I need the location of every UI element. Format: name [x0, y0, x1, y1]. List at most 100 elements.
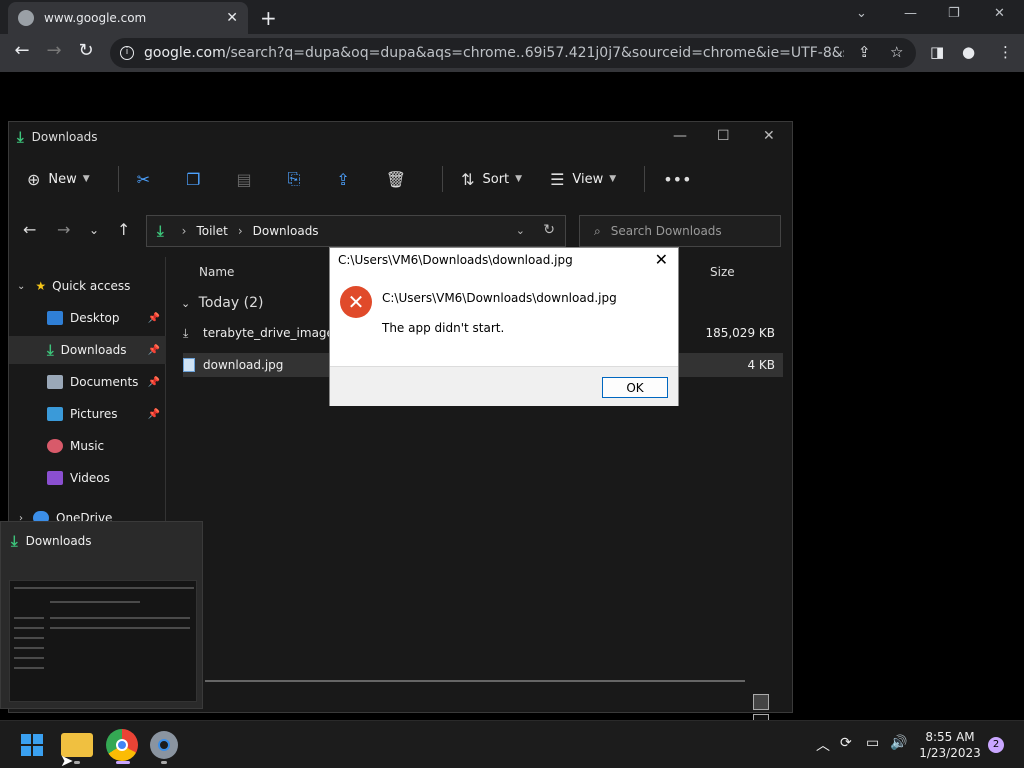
back-arrow-icon[interactable]: ← [23, 220, 36, 239]
new-button[interactable]: ⊕ New ▼ [27, 170, 90, 189]
reload-icon[interactable]: ↻ [70, 40, 102, 61]
group-label: Today (2) [198, 295, 264, 311]
explorer-maximize-icon[interactable]: ☐ [717, 128, 730, 144]
side-panel-icon[interactable]: ◨ [930, 43, 944, 61]
restore-icon[interactable]: ❐ [948, 6, 960, 21]
nav-label: Music [70, 439, 105, 453]
explorer-minimize-icon[interactable]: — [673, 128, 687, 144]
file-size: 4 KB [747, 358, 775, 372]
tab-search-icon[interactable]: ⌄ [856, 6, 867, 21]
paste-button[interactable]: ▤ [236, 170, 259, 189]
chrome-taskbar-icon[interactable] [106, 729, 138, 761]
system-clock[interactable]: 8:55 AM 1/23/2023 [915, 729, 985, 761]
horizontal-scrollbar[interactable] [205, 680, 745, 682]
view-button[interactable]: ☰ View ▼ [550, 170, 616, 189]
pin-icon: 📌 [147, 408, 160, 420]
windows-logo-icon [21, 746, 31, 756]
ellipsis-icon: ••• [663, 169, 692, 189]
explorer-close-icon[interactable]: ✕ [763, 128, 775, 144]
active-indicator [116, 761, 130, 764]
close-icon[interactable]: ✕ [994, 6, 1005, 21]
settings-gear-icon[interactable] [150, 731, 178, 759]
search-placeholder: Search Downloads [610, 224, 722, 238]
chrome-tab[interactable]: www.google.com ✕ [8, 2, 248, 34]
bookmark-star-icon[interactable]: ☆ [890, 43, 903, 61]
column-header-name[interactable]: Name [199, 265, 234, 279]
breadcrumb-chevron-icon: › [181, 224, 187, 238]
share-icon[interactable]: ⇪ [858, 43, 871, 61]
desktop-icon [47, 311, 63, 325]
nav-videos[interactable]: Videos [9, 464, 166, 492]
close-tab-icon[interactable]: ✕ [226, 10, 238, 26]
copy-button[interactable]: ❐ [186, 170, 208, 189]
copy-icon: ❐ [186, 169, 201, 189]
trash-icon: 🗑 [385, 169, 407, 189]
sort-button[interactable]: ⇅ Sort ▼ [461, 170, 522, 189]
taskbar: ➤ ︿ ⟳ ▭ 🔊 8:55 AM 1/23/2023 2 [0, 720, 1024, 768]
sort-icon: ⇅ [461, 169, 475, 189]
chevron-down-icon: ⌄ [181, 297, 191, 310]
share-button[interactable]: ⇪ [336, 170, 357, 189]
network-icon[interactable]: ▭ [866, 735, 879, 751]
nav-quick-access[interactable]: ⌄ ★ Quick access [9, 272, 166, 300]
dialog-close-icon[interactable]: ✕ [655, 250, 668, 269]
details-view-icon[interactable] [753, 694, 769, 710]
nav-music[interactable]: Music [9, 432, 166, 460]
address-bar[interactable]: i google.com/search?q=dupa&oq=dupa&aqs=c… [110, 38, 916, 68]
windows-logo-icon [21, 734, 31, 744]
download-icon: ⤓ [47, 341, 54, 359]
download-icon: ⤓ [17, 128, 24, 146]
thumb-line [14, 667, 44, 669]
nav-downloads[interactable]: ⤓ Downloads 📌 [9, 336, 166, 364]
back-arrow-icon[interactable]: ← [6, 40, 38, 61]
download-icon: ⤓ [157, 222, 164, 240]
nav-label: Documents [70, 375, 139, 389]
profile-icon[interactable]: ● [962, 43, 975, 61]
pictures-icon [47, 407, 63, 421]
taskbar-window-preview[interactable]: ⤓ Downloads [0, 521, 203, 709]
pin-icon: 📌 [147, 376, 160, 388]
preview-thumbnail [9, 580, 197, 702]
error-dialog: C:\Users\VM6\Downloads\download.jpg ✕ ✕ … [329, 247, 679, 406]
forward-arrow-icon[interactable]: → [57, 220, 70, 239]
dialog-title: C:\Users\VM6\Downloads\download.jpg [338, 253, 573, 267]
documents-icon [47, 375, 63, 389]
cut-button[interactable]: ✂ [137, 170, 158, 189]
more-options-button[interactable]: ••• [663, 170, 699, 189]
column-header-size[interactable]: Size [710, 265, 735, 279]
rename-button[interactable]: ⎘ [288, 169, 309, 189]
group-header[interactable]: ⌄ Today (2) [181, 295, 263, 311]
address-row: ← → ⌄ ↑ ⤓ › Toilet › Downloads ⌄ ↻ ⌕ Sea… [9, 212, 792, 248]
nav-label: Quick access [52, 279, 131, 293]
delete-button[interactable]: 🗑 [386, 170, 414, 189]
address-dropdown-icon[interactable]: ⌄ [516, 224, 525, 237]
nav-pictures[interactable]: Pictures 📌 [9, 400, 166, 428]
up-arrow-icon[interactable]: ↑ [117, 220, 130, 239]
notification-badge[interactable]: 2 [988, 737, 1004, 753]
breadcrumb-downloads[interactable]: Downloads [253, 224, 319, 238]
ok-button[interactable]: OK [602, 377, 668, 398]
new-tab-button[interactable]: + [260, 6, 277, 30]
menu-kebab-icon[interactable]: ⋮ [998, 43, 1013, 61]
dialog-message: The app didn't start. [382, 321, 505, 335]
divider [117, 166, 119, 192]
url-path: /search?q=dupa&oq=dupa&aqs=chrome..69i57… [225, 45, 844, 61]
show-hidden-icons-chevron-icon[interactable]: ︿ [816, 735, 830, 755]
volume-icon[interactable]: 🔊 [890, 735, 907, 751]
nav-desktop[interactable]: Desktop 📌 [9, 304, 166, 332]
breadcrumb-toilet[interactable]: Toilet [196, 224, 227, 238]
share-icon: ⇪ [336, 169, 350, 189]
start-button[interactable] [16, 729, 48, 761]
plus-circle-icon: ⊕ [27, 169, 41, 189]
forward-arrow-icon[interactable]: → [38, 40, 70, 61]
nav-label: Videos [70, 471, 110, 485]
site-info-icon[interactable]: i [120, 46, 134, 60]
explorer-address-bar[interactable]: ⤓ › Toilet › Downloads ⌄ ↻ [146, 215, 566, 247]
minimize-icon[interactable]: — [904, 6, 917, 21]
explorer-search-input[interactable]: ⌕ Search Downloads [579, 215, 781, 247]
nav-documents[interactable]: Documents 📌 [9, 368, 166, 396]
sync-icon[interactable]: ⟳ [840, 735, 852, 751]
chevron-down-icon: ⌄ [17, 280, 26, 292]
refresh-icon[interactable]: ↻ [543, 222, 555, 238]
recent-chevron-icon[interactable]: ⌄ [89, 223, 99, 237]
